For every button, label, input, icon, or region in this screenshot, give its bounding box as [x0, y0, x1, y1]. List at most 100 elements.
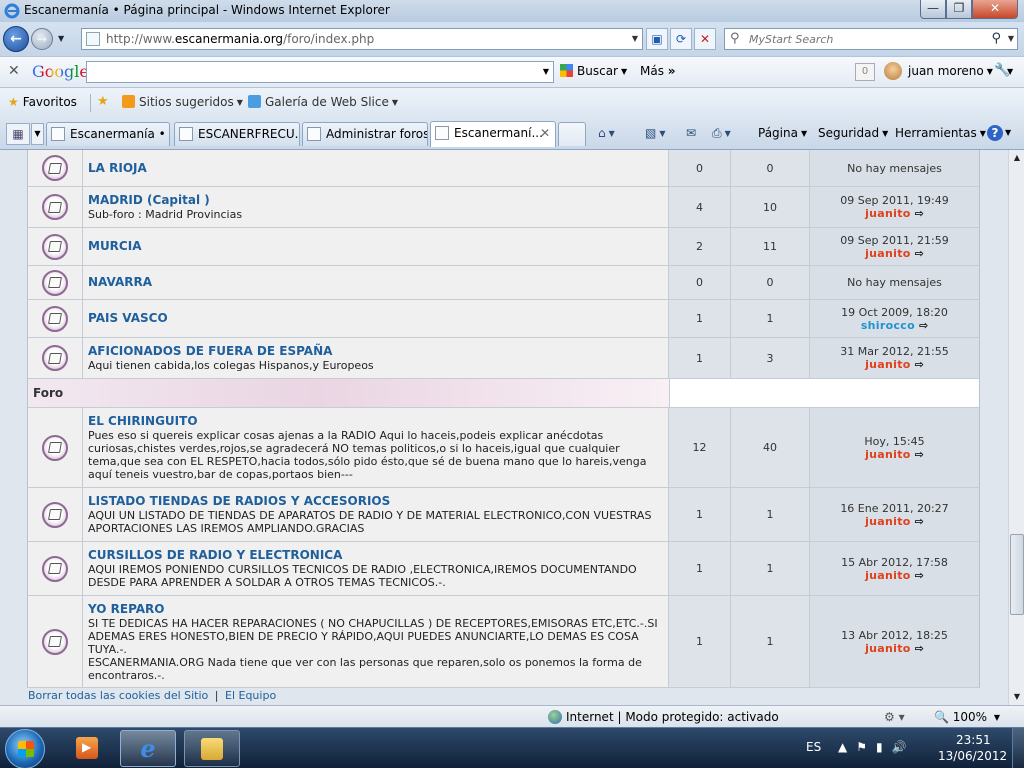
search-icon[interactable]: ⚲ [991, 31, 1001, 46]
file-explorer-taskbar-button[interactable] [184, 730, 240, 767]
suggested-sites-icon [122, 95, 135, 108]
forum-status-cell [28, 228, 83, 265]
tab-escanermania-1[interactable]: Escanermanía • ... [46, 122, 170, 146]
last-post-user[interactable]: juanito [865, 207, 911, 220]
tools-menu[interactable]: Herramientas ▼ [895, 126, 986, 140]
goto-last-post-icon[interactable]: ⇨ [915, 207, 924, 220]
scrollbar-thumb[interactable] [1010, 534, 1024, 615]
avatar[interactable] [884, 62, 902, 80]
forum-link[interactable]: NAVARRA [88, 275, 663, 290]
tab-escanerfrecu[interactable]: ESCANERFRECU... [174, 122, 300, 146]
favorites-button[interactable]: ★ Favoritos [8, 95, 77, 109]
media-player-taskbar-button[interactable] [60, 730, 116, 767]
maximize-button[interactable]: ❐ [946, 0, 972, 19]
team-link[interactable]: El Equipo [225, 689, 276, 702]
goto-last-post-icon[interactable]: ⇨ [915, 358, 924, 371]
address-field[interactable]: http://www.escanermania.org/foro/index.p… [81, 28, 643, 50]
web-slice-gallery-button[interactable]: Galería de Web Slice ▼ [248, 95, 398, 109]
home-icon[interactable]: ⌂ ▼ [598, 126, 615, 140]
forum-link[interactable]: LA RIOJA [88, 161, 663, 176]
google-search-button[interactable]: Buscar ▼ [560, 64, 627, 78]
print-icon[interactable]: ⎙ ▼ [712, 126, 731, 141]
forward-button[interactable]: → [31, 28, 53, 50]
goto-last-post-icon[interactable]: ⇨ [915, 642, 924, 655]
refresh-icon[interactable]: ⟳ [670, 28, 692, 50]
goto-last-post-icon[interactable]: ⇨ [915, 448, 924, 461]
read-mail-icon[interactable]: ✉ [686, 126, 696, 140]
system-tray-icons[interactable]: ▲⚑▮🔊 [838, 740, 916, 754]
back-button[interactable]: ← [3, 26, 29, 52]
settings-dropdown-icon[interactable]: ▼ [1007, 67, 1013, 76]
last-post-user[interactable]: juanito [865, 247, 911, 260]
more-button[interactable]: Más » [640, 64, 676, 78]
last-post-cell: Hoy, 15:45 juanito ⇨ [810, 408, 979, 487]
category-title[interactable]: Foro [28, 379, 670, 407]
show-desktop-button[interactable] [1012, 728, 1024, 768]
forum-link[interactable]: CURSILLOS DE RADIO Y ELECTRONICA [88, 548, 663, 563]
tab-escanermania-active[interactable]: Escanermaní... ✕ [430, 121, 556, 147]
tab-administrar-foros[interactable]: Administrar foros [302, 122, 428, 146]
favorites-bar: ★ Favoritos ★ Sitios sugeridos ▼ Galería d… [0, 88, 1024, 118]
last-post-date: 31 Mar 2012, 21:55 [840, 345, 949, 358]
address-dropdown-icon[interactable]: ▼ [632, 34, 638, 43]
forum-link[interactable]: YO REPARO [88, 602, 663, 617]
rss-feed-icon[interactable]: ▧ ▼ [645, 126, 666, 140]
forum-link[interactable]: MURCIA [88, 239, 663, 254]
forum-link[interactable]: PAIS VASCO [88, 311, 663, 326]
forum-link[interactable]: AFICIONADOS DE FUERA DE ESPAÑA [88, 344, 663, 359]
page-menu[interactable]: Página ▼ [758, 126, 807, 140]
goto-last-post-icon[interactable]: ⇨ [915, 247, 924, 260]
security-zone-text[interactable]: Internet | Modo protegido: activado [566, 710, 779, 724]
close-toolbar-icon[interactable]: ✕ [8, 63, 20, 79]
topics-count: 1 [669, 488, 731, 541]
help-dropdown-icon[interactable]: ▼ [1005, 128, 1011, 137]
delete-cookies-link[interactable]: Borrar todas las cookies del Sitio [28, 689, 208, 702]
scroll-down-icon[interactable]: ▼ [1009, 689, 1024, 705]
security-menu[interactable]: Seguridad ▼ [818, 126, 888, 140]
last-post-cell: 13 Abr 2012, 18:25 juanito ⇨ [810, 596, 979, 687]
close-tab-icon[interactable]: ✕ [540, 122, 550, 144]
suggested-sites-button[interactable]: Sitios sugeridos ▼ [122, 95, 243, 109]
last-post-user[interactable]: juanito [865, 358, 911, 371]
vertical-scrollbar[interactable]: ▲ ▼ [1008, 150, 1024, 705]
quick-tabs-icon[interactable]: ▦ [6, 123, 30, 145]
clock-time[interactable]: 23:51 [956, 733, 991, 747]
clock-date[interactable]: 13/06/2012 [938, 749, 1007, 763]
search-dropdown-icon[interactable]: ▼ [1008, 34, 1014, 43]
last-post-user[interactable]: shirocco [861, 319, 915, 332]
language-indicator[interactable]: ES [806, 740, 821, 754]
goto-last-post-icon[interactable]: ⇨ [915, 569, 924, 582]
user-menu[interactable]: juan moreno ▼ [908, 64, 993, 78]
internet-explorer-taskbar-button[interactable]: e [120, 730, 176, 767]
google-search-dropdown-icon[interactable]: ▼ [543, 67, 549, 76]
last-post-user[interactable]: juanito [865, 569, 911, 582]
minimize-button[interactable]: — [920, 0, 946, 19]
forum-link[interactable]: MADRID (Capital ) [88, 193, 663, 208]
scroll-up-icon[interactable]: ▲ [1009, 150, 1024, 166]
last-post-user[interactable]: juanito [865, 515, 911, 528]
tab-list-dropdown-icon[interactable]: ▼ [31, 123, 44, 145]
start-button[interactable] [5, 729, 45, 768]
last-post-user[interactable]: juanito [865, 448, 911, 461]
google-search-input[interactable]: ▼ [86, 61, 554, 83]
recent-pages-dropdown[interactable]: ▼ [58, 34, 64, 43]
close-window-button[interactable]: ✕ [972, 0, 1018, 19]
protected-mode-icon[interactable]: ⚙ ▾ [884, 710, 905, 724]
add-to-favorites-icon[interactable]: ★ [97, 94, 109, 109]
stop-icon[interactable]: ✕ [694, 28, 716, 50]
notification-counter[interactable]: 0 [855, 63, 875, 81]
new-tab-button[interactable] [558, 122, 586, 146]
search-box[interactable]: ⚲ ⚲ ▼ [724, 28, 1018, 50]
goto-last-post-icon[interactable]: ⇨ [915, 515, 924, 528]
zoom-level[interactable]: 🔍 100% ▼ [934, 710, 1000, 724]
search-input[interactable] [749, 31, 989, 47]
goto-last-post-icon[interactable]: ⇨ [919, 319, 928, 332]
compatibility-view-icon[interactable]: ▣ [646, 28, 668, 50]
forum-status-cell [28, 488, 83, 541]
chevron-down-icon: ▼ [800, 129, 808, 138]
help-icon[interactable]: ? [987, 125, 1003, 141]
forum-link[interactable]: EL CHIRINGUITO [88, 414, 663, 429]
google-logo[interactable]: Google [32, 62, 89, 81]
forum-link[interactable]: LISTADO TIENDAS DE RADIOS Y ACCESORIOS [88, 494, 663, 509]
last-post-user[interactable]: juanito [865, 642, 911, 655]
